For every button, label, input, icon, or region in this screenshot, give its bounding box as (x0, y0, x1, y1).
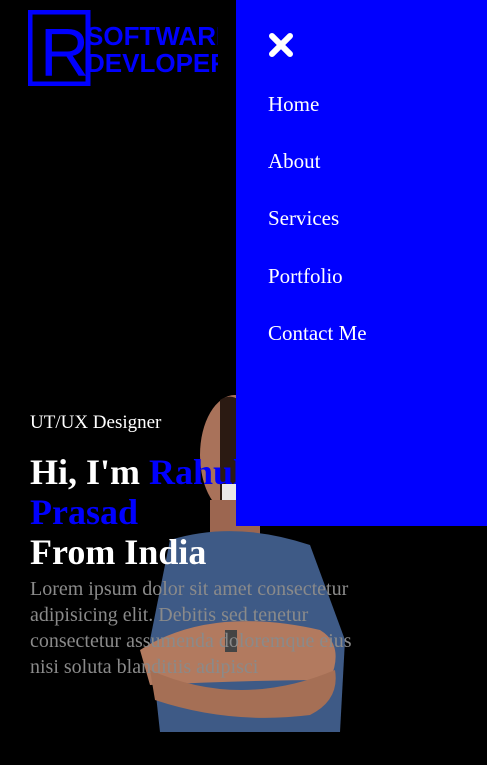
hero-paragraph: Lorem ipsum dolor sit amet consectetur a… (30, 578, 352, 678)
menu-item-contact[interactable]: Contact Me (268, 321, 367, 346)
hero-last-name: Prasad (30, 492, 138, 532)
logo[interactable]: R SOFTWARE DEVLOPER (27, 9, 233, 91)
hero-origin: From India (30, 532, 207, 572)
menu-item-home[interactable]: Home (268, 92, 319, 117)
logo-line-1: SOFTWARE (86, 21, 218, 51)
close-menu-button[interactable] (268, 32, 294, 58)
logo-mark: R SOFTWARE DEVLOPER (27, 9, 233, 91)
logo-line-2: DEVLOPER (86, 48, 218, 78)
menu-item-about[interactable]: About (268, 149, 321, 174)
menu-item-portfolio[interactable]: Portfolio (268, 264, 343, 289)
hero-first-name: Rahul (149, 452, 244, 492)
side-menu (236, 0, 487, 526)
greeting-text: Hi, I'm (30, 452, 150, 492)
logo-letter: R (40, 15, 89, 86)
menu-item-services[interactable]: Services (268, 206, 339, 231)
close-icon (269, 33, 293, 57)
